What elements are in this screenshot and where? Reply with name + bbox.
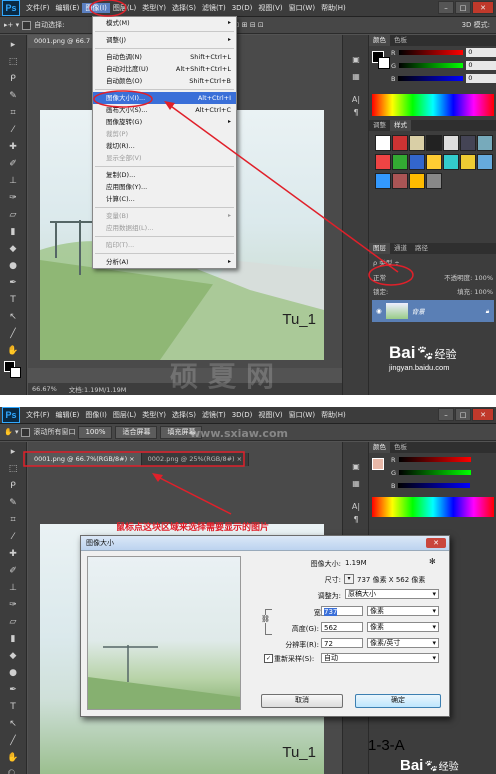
annotation-arrow	[167, 103, 399, 273]
resample-select[interactable]: 自动	[321, 653, 439, 663]
step-caption: 1-3-A	[368, 737, 405, 754]
menu-item-highlight-circle	[93, 90, 153, 108]
arrow-head	[152, 473, 163, 482]
top-screenshot: Ps 文件(F) 编辑(E) 图像(I) 图层(L) 类型(Y) 选择(S) 滤…	[0, 0, 496, 395]
fit-to-select[interactable]: 原稿大小	[345, 589, 439, 599]
cancel-button[interactable]: 取消	[261, 694, 343, 708]
link-chain-icon[interactable]: ⛓︎	[261, 615, 270, 623]
dialog-titlebar: 图像大小 ✕	[81, 536, 449, 551]
width-input[interactable]: 737	[321, 606, 363, 616]
height-input[interactable]: 562	[321, 622, 363, 632]
image-size-dialog: 图像大小 ✕ 图像大小: 1.19M ✻ 尺寸: ▾ 737 像素 X 562 …	[80, 535, 450, 717]
image-size-label: 图像大小:	[310, 560, 341, 568]
dimensions-label: 尺寸:	[324, 576, 341, 584]
resample-checkbox[interactable]: ✓	[264, 654, 273, 663]
resolution-label: 分辨率(R):	[285, 641, 319, 649]
baidu-watermark: Bai🐾︎经验	[400, 757, 459, 774]
settings-gear-icon[interactable]: ✻	[429, 557, 436, 566]
baidu-logo-text: Bai	[400, 757, 424, 774]
annotation-overlay	[89, 0, 414, 286]
height-unit-select[interactable]: 像素	[367, 622, 439, 632]
width-value: 737	[324, 608, 338, 616]
dialog-close-button[interactable]: ✕	[426, 538, 446, 548]
dialog-title: 图像大小	[86, 539, 114, 547]
menu-highlight-circle	[89, 0, 127, 17]
image-size-value: 1.19M	[345, 559, 367, 567]
dimensions-dropdown-icon[interactable]: ▾	[344, 574, 354, 584]
resolution-unit-select[interactable]: 像素/英寸	[367, 638, 439, 648]
width-unit-select[interactable]: 像素	[367, 606, 439, 616]
dimensions-value: 737 像素 X 562 像素	[357, 576, 426, 584]
annotation-arrow	[155, 475, 232, 515]
tabs-highlight-box	[23, 451, 245, 467]
fit-to-label: 调整为:	[317, 592, 341, 600]
layer-panel-circle	[368, 264, 414, 286]
annotation-text: 鼠标点这块区域来选择需要显示的图片	[116, 523, 270, 533]
resolution-input[interactable]: 72	[321, 638, 363, 648]
ok-button[interactable]: 确定	[355, 694, 441, 708]
paw-icon: 🐾︎	[423, 759, 439, 773]
baidu-jingyan-label: 经验	[438, 762, 459, 773]
height-label: 高度(G):	[291, 625, 319, 633]
dialog-preview[interactable]	[87, 556, 241, 710]
preview-photo	[88, 645, 240, 709]
resample-label: 重新采样(S):	[274, 655, 315, 663]
